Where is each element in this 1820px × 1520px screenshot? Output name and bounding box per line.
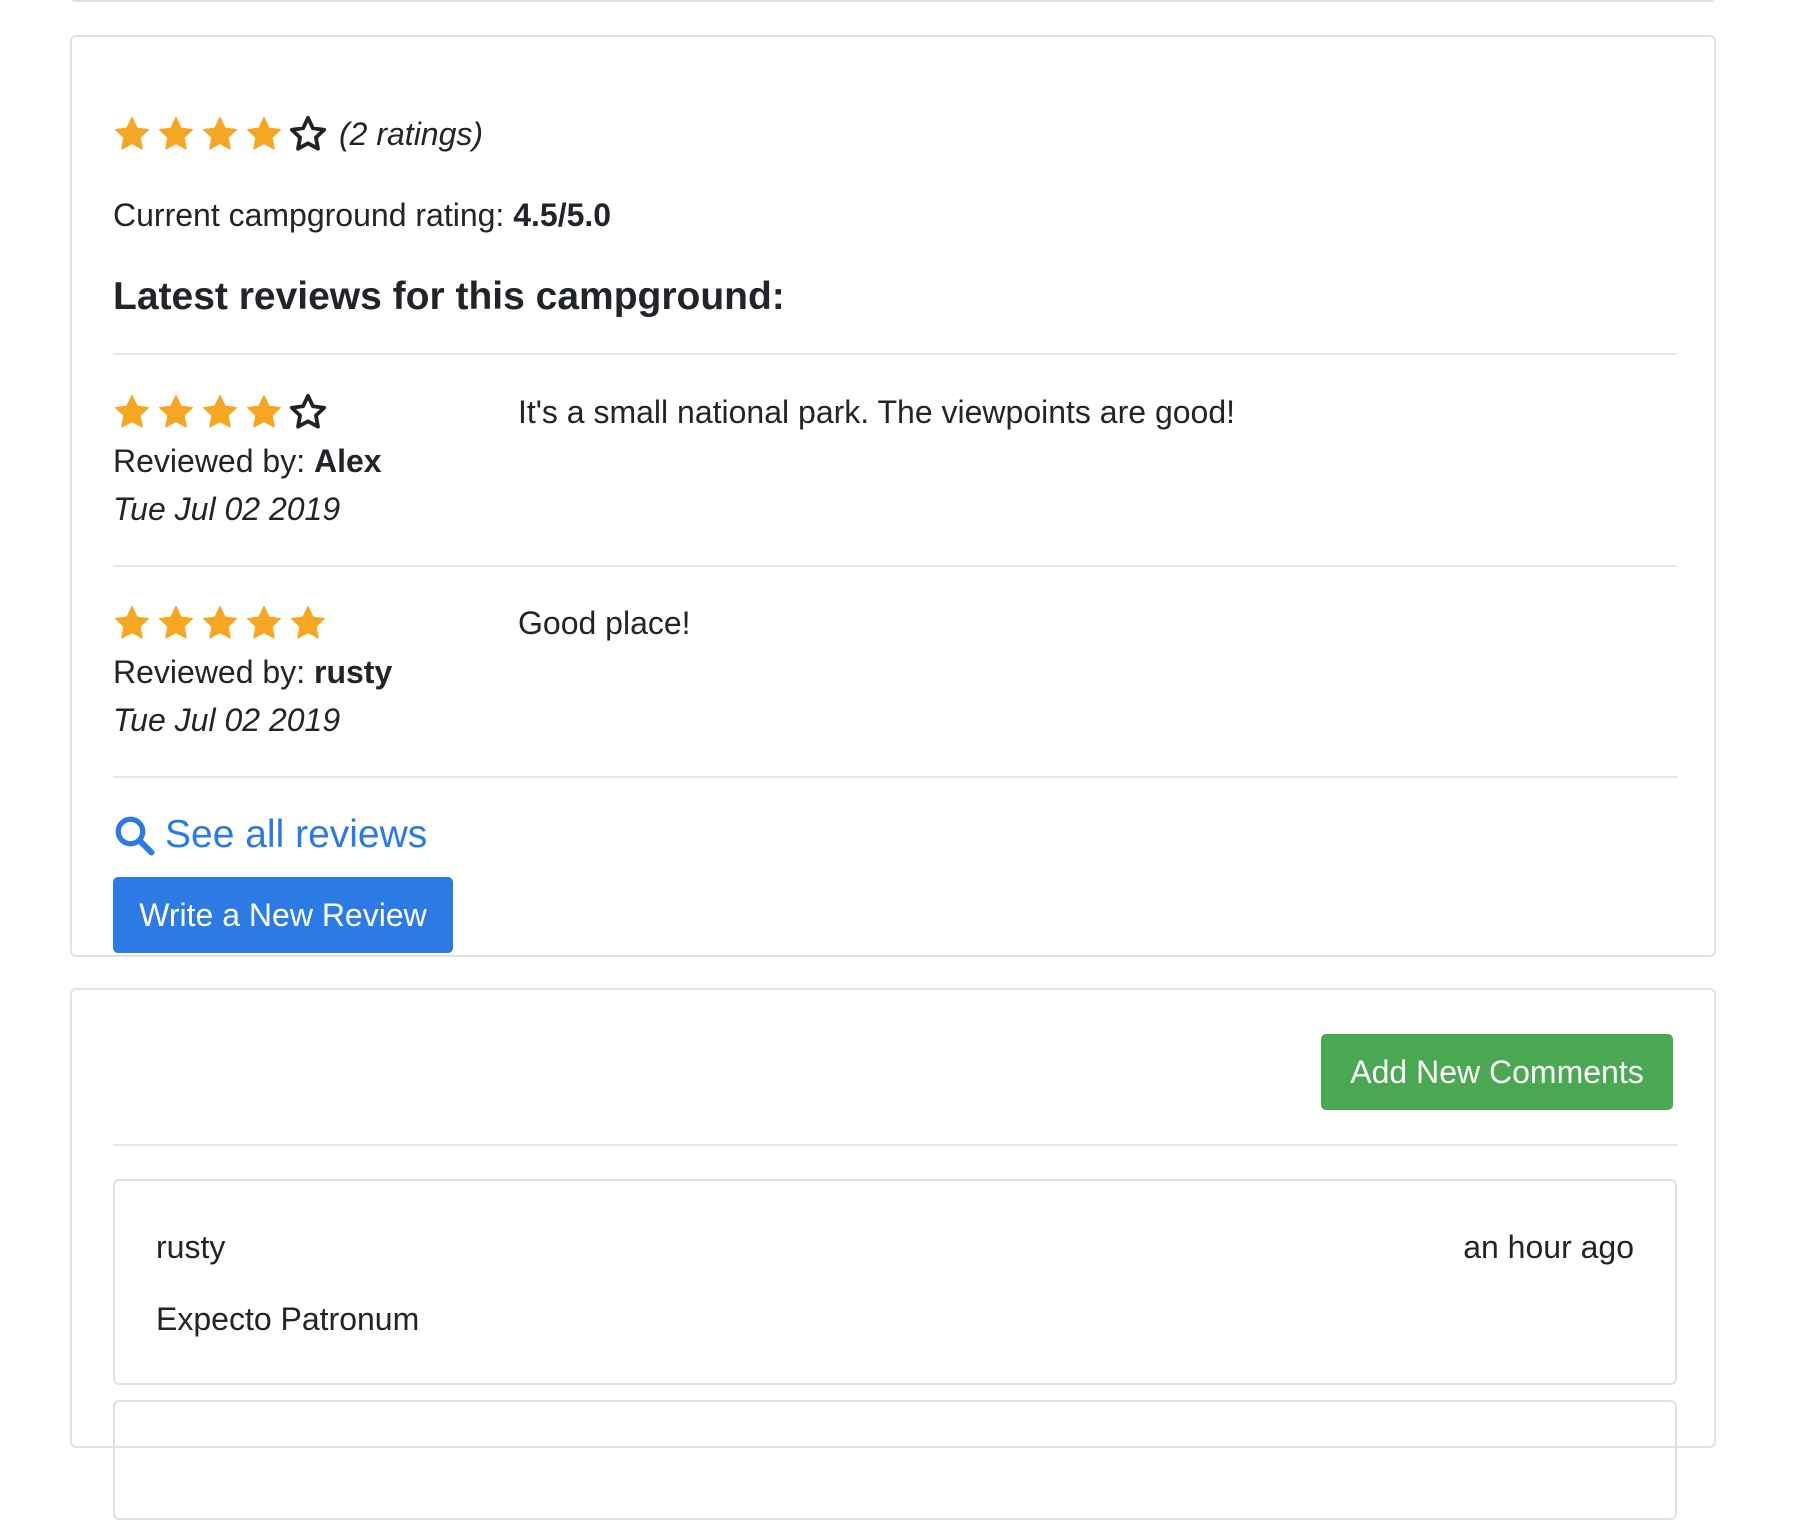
reviewed-by-label: Reviewed by: [113, 654, 314, 690]
star-filled-icon [247, 606, 281, 639]
review-date: Tue Jul 02 2019 [113, 491, 341, 527]
current-rating-value: 4.5/5.0 [513, 197, 612, 233]
write-review-button[interactable]: Write a New Review [113, 877, 453, 953]
divider [113, 1144, 1677, 1146]
current-rating-label: Current campground rating: [113, 197, 514, 233]
star-empty-icon [289, 393, 327, 429]
current-rating: Current campground rating: 4.5/5.0 [113, 197, 611, 234]
star-filled-icon [247, 395, 281, 428]
review-author-name: Alex [313, 443, 382, 479]
summary-stars [113, 115, 327, 153]
star-filled-icon [291, 606, 325, 639]
review-date: Tue Jul 02 2019 [113, 702, 341, 738]
rating-summary: (2 ratings) [113, 115, 483, 153]
review-text: It's a small national park. The viewpoin… [518, 394, 1236, 430]
comment-time: an hour ago [1463, 1229, 1634, 1265]
divider [113, 353, 1677, 355]
see-all-reviews-link[interactable]: See all reviews [113, 813, 427, 857]
review-stars [113, 393, 327, 431]
comment-item [113, 1400, 1677, 1520]
star-filled-icon [203, 606, 237, 639]
review-stars [113, 604, 327, 642]
divider [113, 776, 1677, 778]
reviews-heading: Latest reviews for this campground: [113, 275, 785, 318]
star-filled-icon [159, 117, 193, 150]
star-filled-icon [159, 395, 193, 428]
divider [113, 565, 1677, 567]
review-text: Good place! [518, 605, 691, 641]
review-author: Reviewed by: Alex [113, 443, 382, 480]
reviews-card: (2 ratings) Current campground rating: 4… [70, 35, 1716, 957]
star-filled-icon [115, 606, 149, 639]
ratings-count: (2 ratings) [339, 115, 484, 152]
star-filled-icon [159, 606, 193, 639]
see-all-reviews-label: See all reviews [165, 813, 428, 856]
star-empty-icon [289, 115, 327, 151]
star-filled-icon [115, 117, 149, 150]
comment-item: rusty an hour ago Expecto Patronum [113, 1179, 1677, 1385]
star-filled-icon [247, 117, 281, 150]
star-filled-icon [203, 117, 237, 150]
review-author-name: rusty [313, 654, 393, 690]
star-filled-icon [115, 395, 149, 428]
comment-text: Expecto Patronum [156, 1301, 420, 1337]
comment-author: rusty [156, 1229, 226, 1265]
review-author: Reviewed by: rusty [113, 654, 392, 691]
comments-card: Add New Comments rusty an hour ago Expec… [70, 988, 1716, 1520]
previous-card [70, 0, 1716, 2]
add-comment-button[interactable]: Add New Comments [1321, 1034, 1673, 1110]
search-icon [115, 816, 155, 856]
reviewed-by-label: Reviewed by: [113, 443, 314, 479]
star-filled-icon [203, 395, 237, 428]
